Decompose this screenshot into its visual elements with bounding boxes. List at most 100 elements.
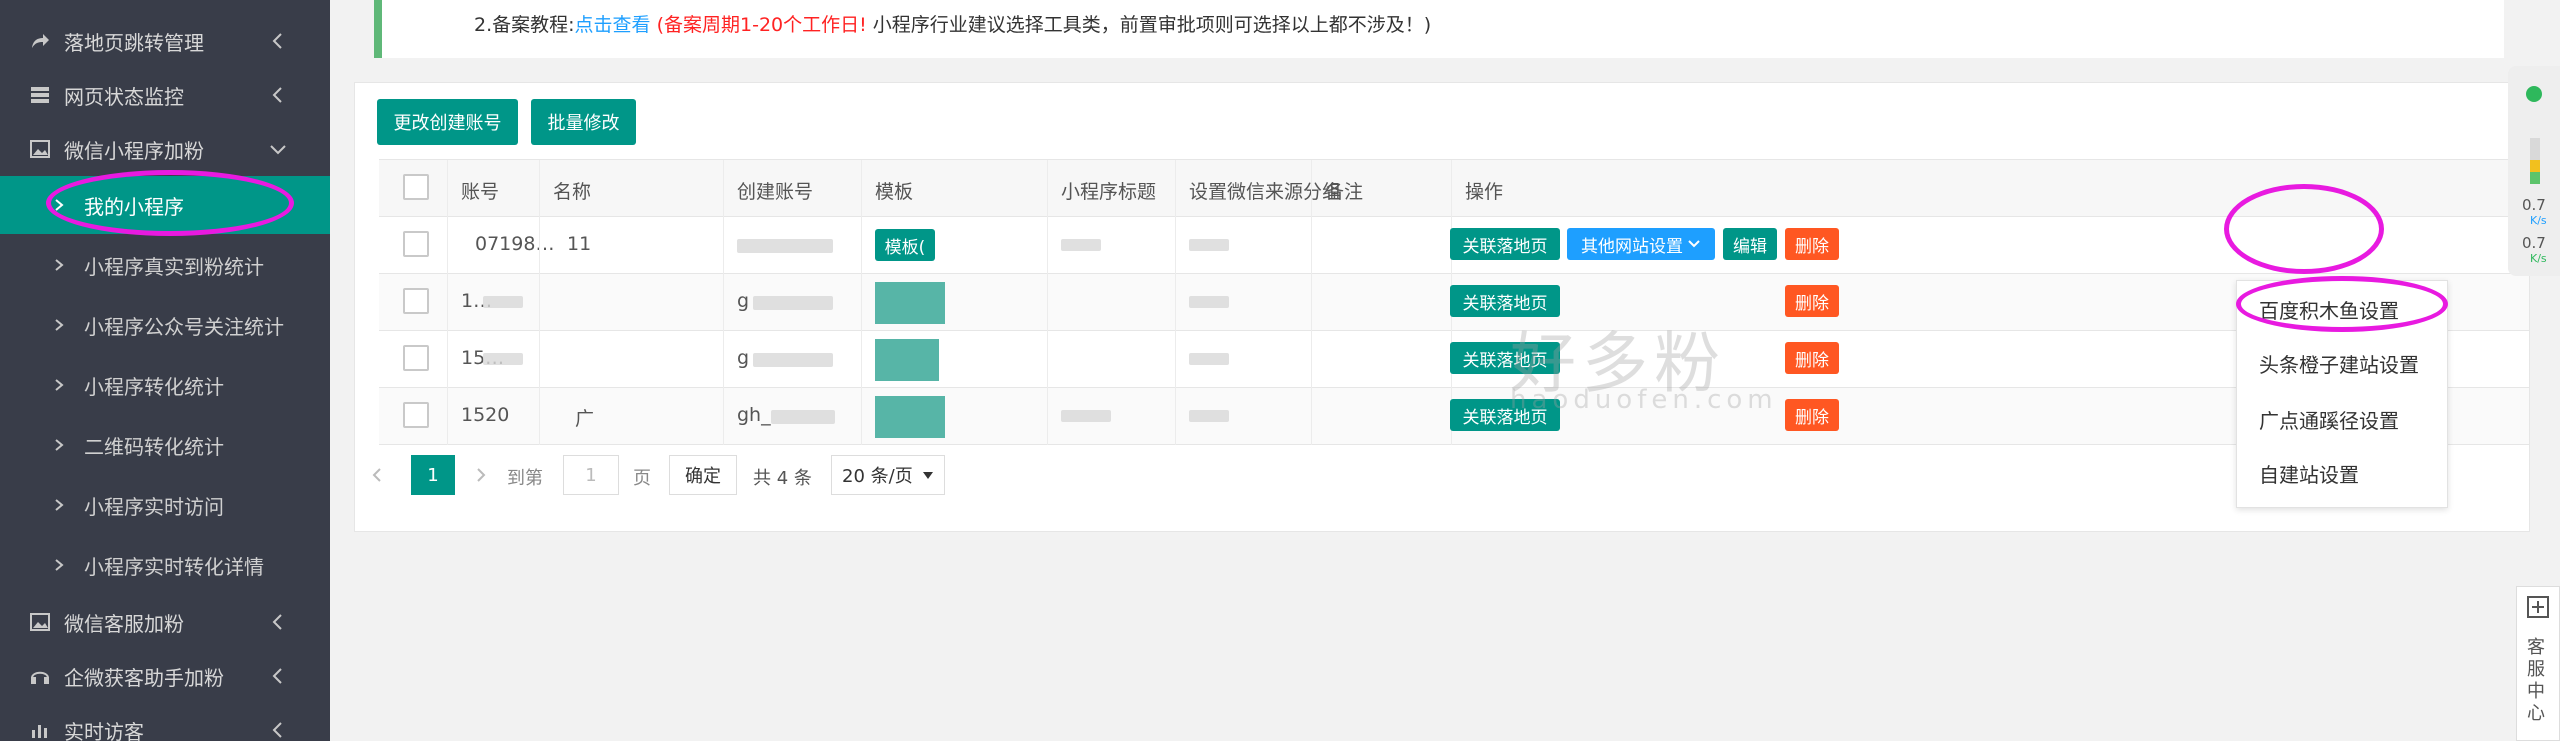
blurred-cell [753,353,833,367]
cell-creator: g [737,290,750,312]
sidebar-item-label: 微信客服加粉 [64,611,184,636]
chevron-right-icon [55,199,64,211]
blurred-cell [1189,410,1229,422]
chevron-right-icon [55,439,64,451]
page-button-current[interactable]: 1 [411,455,455,495]
sidebar-item-landing-redirect[interactable]: 落地页跳转管理 [0,12,330,70]
service-label: 客服中心 [2527,637,2545,724]
column-divider [1047,160,1048,445]
column-header: 备注 [1325,181,1364,203]
main-content: 2.备案教程:点击查看 (备案周期1-20个工作日! 小程序行业建议选择工具类，… [330,0,2560,741]
chevron-down-icon [270,145,286,155]
network-speed-widget: 0.7 K/s 0.7 K/s [2508,66,2560,276]
link-landing-button[interactable]: 关联落地页 [1450,228,1560,260]
notice-red-text: (备案周期1-20个工作日! [656,14,867,36]
column-header: 名称 [553,181,592,203]
chevron-right-icon [55,379,64,391]
sidebar-item-wecom-assistant[interactable]: 企微获客助手加粉 [0,647,330,705]
row-checkbox[interactable] [403,345,429,371]
headset-icon [28,664,52,688]
upload-speed: 0.7 [2522,196,2546,214]
dropdown-item-baidu[interactable]: 百度积木鱼设置 [2259,295,2399,324]
sidebar-item-realtime-visitors[interactable]: 实时访客 [0,701,330,741]
image-icon [28,610,52,634]
chevron-right-icon [55,319,64,331]
dropdown-item-self-built[interactable]: 自建站设置 [2259,459,2359,488]
chevron-down-icon [1688,240,1700,248]
other-settings-label: 其他网站设置 [1581,236,1683,257]
row-checkbox[interactable] [403,288,429,314]
sidebar-item-page-monitor[interactable]: 网页状态监控 [0,66,330,124]
row-checkbox[interactable] [403,231,429,257]
bar-chart-icon [28,718,52,741]
sidebar-sub-realtime-conversion[interactable]: 小程序实时转化详情 [0,536,330,594]
confirm-page-button[interactable]: 确定 [669,455,737,495]
download-speed: 0.7 [2522,234,2546,252]
page-input[interactable]: 1 [563,455,619,495]
sidebar-sub-official-follow-stats[interactable]: 小程序公众号关注统计 [0,296,330,354]
blurred-cell [483,353,523,365]
pagination: 1 到第 1 页 确定 共 4 条 20 条/页 [355,455,1055,501]
sidebar-item-wechat-service[interactable]: 微信客服加粉 [0,593,330,651]
select-all-checkbox[interactable] [403,174,429,200]
cell-creator: g [737,347,750,369]
delete-button[interactable]: 删除 [1785,228,1839,260]
column-header: 创建账号 [737,181,814,203]
delete-button[interactable]: 删除 [1785,342,1839,374]
sidebar-sub-real-fans-stats[interactable]: 小程序真实到粉统计 [0,236,330,294]
sidebar-item-label: 网页状态监控 [64,84,184,109]
delete-button[interactable]: 删除 [1785,399,1839,431]
customer-service-widget[interactable]: 客服中心 [2516,586,2560,741]
dropdown-item-toutiao[interactable]: 头条橙子建站设置 [2259,349,2419,378]
column-header: 小程序标题 [1061,181,1157,203]
next-page-icon[interactable] [473,467,489,483]
column-header: 设置微信来源分组 [1189,181,1342,203]
sidebar-sub-my-miniprogram[interactable]: 我的小程序 [0,176,330,234]
chevron-left-icon [272,722,282,738]
table-header: 账号 名称 创建账号 模板 小程序标题 设置微信来源分组 备注 操作 [379,160,2529,217]
row-checkbox[interactable] [403,402,429,428]
edit-button[interactable]: 编辑 [1723,228,1777,260]
blurred-cell [1189,239,1229,251]
column-header: 模板 [875,181,914,203]
column-divider [1311,160,1312,445]
page-size-select[interactable]: 20 条/页 [831,455,945,495]
blurred-cell [1061,410,1111,422]
sidebar-sub-conversion-stats[interactable]: 小程序转化统计 [0,356,330,414]
notice-link[interactable]: 点击查看 [575,14,651,36]
other-settings-button[interactable]: 其他网站设置 [1567,228,1715,260]
notice-line-2: 2.备案教程:点击查看 (备案周期1-20个工作日! 小程序行业建议选择工具类，… [474,10,1431,37]
blurred-cell [1189,353,1229,365]
goto-label: 到第 [507,468,543,489]
dropdown-item-guangdiantong[interactable]: 广点通蹊径设置 [2259,405,2399,434]
column-divider [539,160,540,445]
chevron-left-icon [272,614,282,630]
column-header: 操作 [1465,181,1504,203]
total-count: 共 4 条 [753,468,812,489]
chevron-left-icon [272,668,282,684]
watermark-subtext: haoduofen.com [1510,385,1778,415]
cell-name: 广 [575,408,595,430]
blurred-cell [753,296,833,310]
delete-button[interactable]: 删除 [1785,285,1839,317]
sidebar-item-label: 企微获客助手加粉 [64,665,224,690]
change-account-button[interactable]: 更改创建账号 [377,99,518,145]
sidebar-item-wechat-miniprogram[interactable]: 微信小程序加粉 [0,120,330,178]
sidebar-sub-qrcode-stats[interactable]: 二维码转化统计 [0,416,330,474]
sidebar-sub-label: 二维码转化统计 [84,434,224,459]
prev-page-icon[interactable] [369,467,385,483]
batch-edit-button[interactable]: 批量修改 [531,99,636,145]
chevron-left-icon [272,87,282,103]
sidebar-sub-label: 我的小程序 [84,194,184,219]
plus-box-icon[interactable] [2526,595,2550,619]
page-unit: 页 [633,468,651,489]
sidebar-sub-label: 小程序实时访问 [84,494,224,519]
sidebar-item-label: 落地页跳转管理 [64,30,204,55]
data-table: 账号 名称 创建账号 模板 小程序标题 设置微信来源分组 备注 操作 07198… [379,159,2529,445]
chevron-right-icon [55,499,64,511]
share-icon [28,29,52,53]
server-icon [28,83,52,107]
sidebar-sub-realtime-visits[interactable]: 小程序实时访问 [0,476,330,534]
page-size-value: 20 条/页 [842,466,913,487]
image-icon [28,137,52,161]
